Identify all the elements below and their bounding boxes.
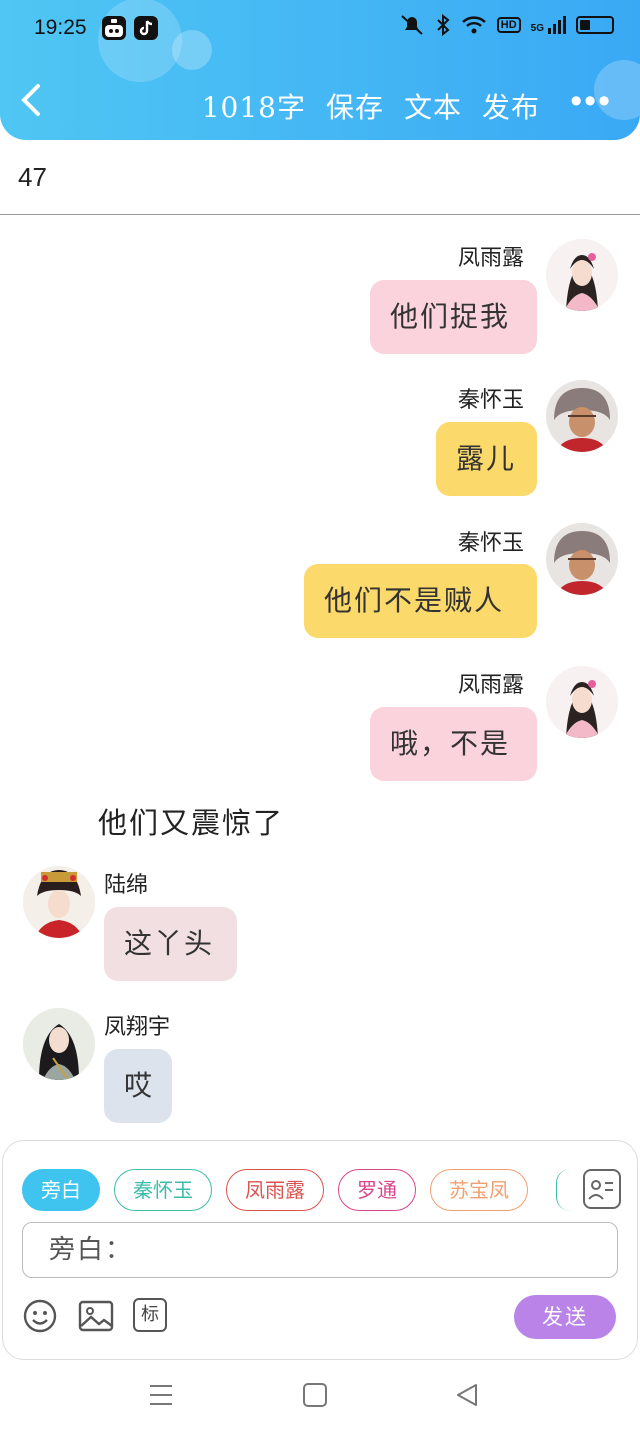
home-square-icon bbox=[303, 1383, 327, 1407]
avatar-feng-xiangyu[interactable] bbox=[23, 1008, 95, 1080]
avatar-feng-yulu[interactable] bbox=[546, 239, 618, 311]
speaker-name: 陆绵 bbox=[104, 873, 149, 898]
status-time: 19:25 bbox=[34, 16, 87, 39]
message-input[interactable]: 旁白： bbox=[22, 1222, 618, 1278]
more-dots-icon: ••• bbox=[570, 82, 612, 120]
role-chip-luo-tong[interactable]: 罗通 bbox=[338, 1169, 416, 1211]
divider bbox=[0, 214, 640, 215]
message-bubble[interactable]: 哎 bbox=[104, 1049, 172, 1123]
wifi-icon bbox=[461, 16, 486, 34]
speaker-name: 凤翔宇 bbox=[104, 1015, 171, 1040]
more-button[interactable]: ••• bbox=[570, 82, 612, 121]
text-button[interactable]: 文本 bbox=[404, 86, 462, 126]
publish-button[interactable]: 发布 bbox=[482, 86, 540, 126]
menu-button[interactable] bbox=[146, 1380, 176, 1410]
status-bar: 19:25 HD 5G bbox=[0, 0, 640, 56]
message-bubble[interactable]: 他们捉我 bbox=[370, 280, 537, 354]
tag-label: 标 bbox=[141, 1304, 159, 1325]
message-bubble[interactable]: 哦，不是 bbox=[370, 707, 537, 781]
word-count: 1018字 bbox=[201, 91, 306, 124]
speaker-name: 凤雨露 bbox=[458, 673, 525, 698]
battery-icon bbox=[576, 16, 614, 34]
role-chip-bar: 旁白 秦怀玉 凤雨露 罗通 苏宝凤 bbox=[22, 1169, 528, 1211]
avatar-lu-mian[interactable] bbox=[23, 866, 95, 938]
smiley-icon bbox=[23, 1299, 57, 1333]
back-triangle-icon bbox=[457, 1384, 477, 1406]
editor-toolbar: 1018字 保存 文本 发布 bbox=[202, 86, 540, 126]
system-nav-bar bbox=[0, 1360, 640, 1433]
notifications-app-icon bbox=[102, 16, 126, 40]
back-button[interactable] bbox=[18, 82, 58, 130]
speaker-name: 秦怀玉 bbox=[458, 531, 525, 556]
contact-card-icon bbox=[588, 1180, 613, 1200]
message-bubble[interactable]: 这丫头 bbox=[104, 907, 237, 981]
avatar-feng-yulu[interactable] bbox=[546, 666, 618, 738]
character-list-button[interactable] bbox=[583, 1169, 621, 1209]
avatar-qin-huaiyu[interactable] bbox=[546, 380, 618, 452]
send-button[interactable]: 发送 bbox=[514, 1295, 616, 1339]
avatar-qin-huaiyu[interactable] bbox=[546, 523, 618, 595]
mute-icon bbox=[401, 15, 423, 35]
back-nav-button[interactable] bbox=[452, 1380, 482, 1410]
hd-icon: HD bbox=[496, 17, 521, 33]
role-chip-su-baofeng[interactable]: 苏宝凤 bbox=[430, 1169, 528, 1211]
message-bubble[interactable]: 露儿 bbox=[436, 422, 537, 496]
role-chip-narrator[interactable]: 旁白 bbox=[22, 1169, 100, 1211]
app-header: 19:25 HD 5G 1018字 保存 文本 发布 ••• bbox=[0, 0, 640, 140]
speaker-name: 秦怀玉 bbox=[458, 388, 525, 413]
chip-overflow-edge bbox=[556, 1169, 570, 1211]
5g-signal-icon: 5G bbox=[531, 16, 566, 34]
role-chip-qin-huaiyu[interactable]: 秦怀玉 bbox=[114, 1169, 212, 1211]
narration-text[interactable]: 他们又震惊了 bbox=[98, 800, 284, 842]
image-button[interactable] bbox=[78, 1298, 114, 1334]
save-button[interactable]: 保存 bbox=[326, 86, 384, 126]
message-bubble[interactable]: 他们不是贼人 bbox=[304, 564, 537, 638]
tag-button[interactable]: 标 bbox=[133, 1298, 167, 1332]
bluetooth-icon bbox=[437, 14, 450, 36]
menu-icon bbox=[150, 1385, 172, 1405]
tiktok-icon bbox=[134, 16, 158, 40]
speaker-name: 凤雨露 bbox=[458, 246, 525, 271]
home-button[interactable] bbox=[300, 1380, 330, 1410]
chapter-number[interactable]: 47 bbox=[18, 162, 47, 193]
status-icons: HD 5G bbox=[399, 14, 614, 36]
chevron-left-icon bbox=[21, 84, 40, 116]
emoji-button[interactable] bbox=[22, 1298, 58, 1334]
image-icon bbox=[78, 1300, 114, 1332]
role-chip-feng-yulu[interactable]: 凤雨露 bbox=[226, 1169, 324, 1211]
